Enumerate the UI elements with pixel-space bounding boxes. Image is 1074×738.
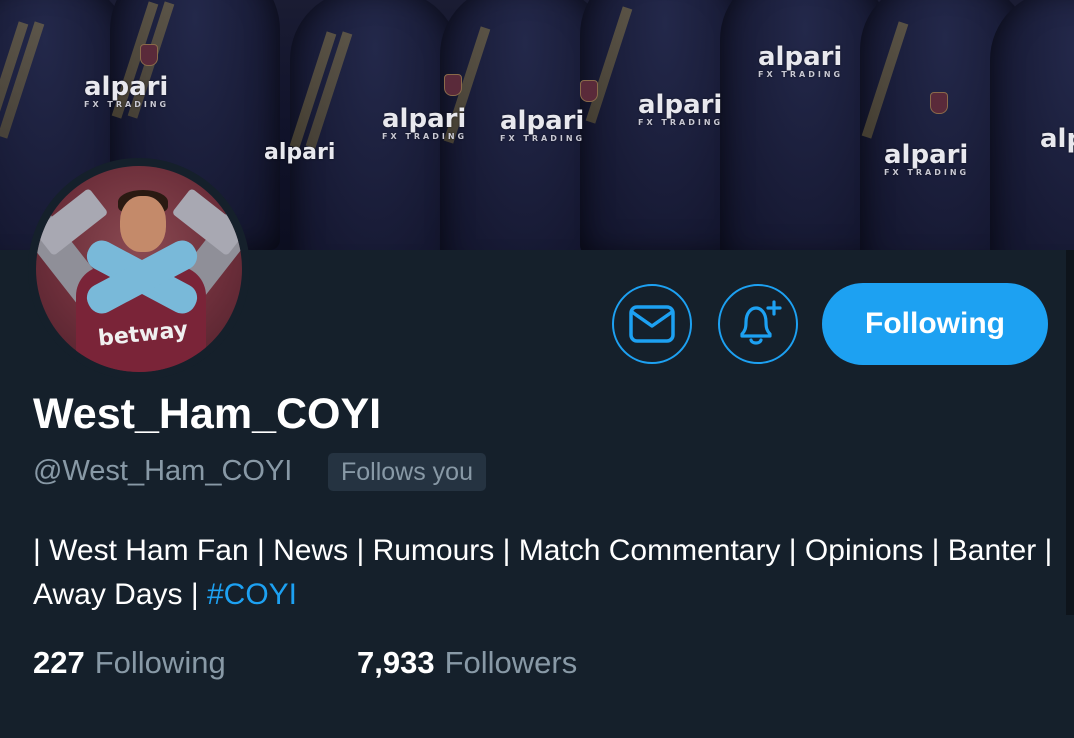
sponsor-logo: alpari FX TRADING	[500, 106, 586, 143]
right-edge-divider	[1066, 250, 1074, 615]
sponsor-logo: alpari FX TRADING	[884, 140, 970, 177]
club-crest-icon	[580, 80, 598, 102]
club-crest-icon	[930, 92, 948, 114]
following-button[interactable]: Following	[822, 283, 1048, 365]
followers-stat[interactable]: 7,933 Followers	[357, 645, 577, 681]
followers-count: 7,933	[357, 645, 435, 680]
profile-avatar[interactable]: betway	[28, 158, 250, 380]
user-handle: @West_Ham_COYI	[33, 455, 293, 487]
sponsor-logo: alpari	[264, 140, 336, 165]
display-name: West_Ham_COYI	[33, 390, 382, 438]
notifications-button[interactable]	[718, 284, 798, 364]
profile-bio: | West Ham Fan | News | Rumours | Match …	[33, 529, 1058, 617]
bell-plus-icon	[740, 300, 782, 345]
club-crest-icon	[444, 74, 462, 96]
following-count: 227	[33, 645, 85, 680]
following-stat[interactable]: 227 Following	[33, 645, 226, 681]
envelope-icon	[629, 305, 675, 343]
sponsor-logo: alpari FX TRADING	[84, 72, 170, 109]
avatar-photo: betway	[36, 166, 242, 372]
sponsor-logo: alpari FX TRADING	[382, 104, 468, 141]
bio-hashtag-link[interactable]: #COYI	[207, 578, 297, 611]
club-crest-icon	[140, 44, 158, 66]
follows-you-badge: Follows you	[328, 453, 486, 491]
followers-label: Followers	[444, 645, 578, 680]
bio-text: | West Ham Fan | News | Rumours | Match …	[33, 534, 1053, 611]
sponsor-logo: alpari	[1040, 124, 1074, 154]
sponsor-logo: alpari FX TRADING	[638, 90, 724, 127]
sponsor-logo: alpari FX TRADING	[758, 42, 844, 79]
message-button[interactable]	[612, 284, 692, 364]
following-label: Following	[94, 645, 226, 680]
